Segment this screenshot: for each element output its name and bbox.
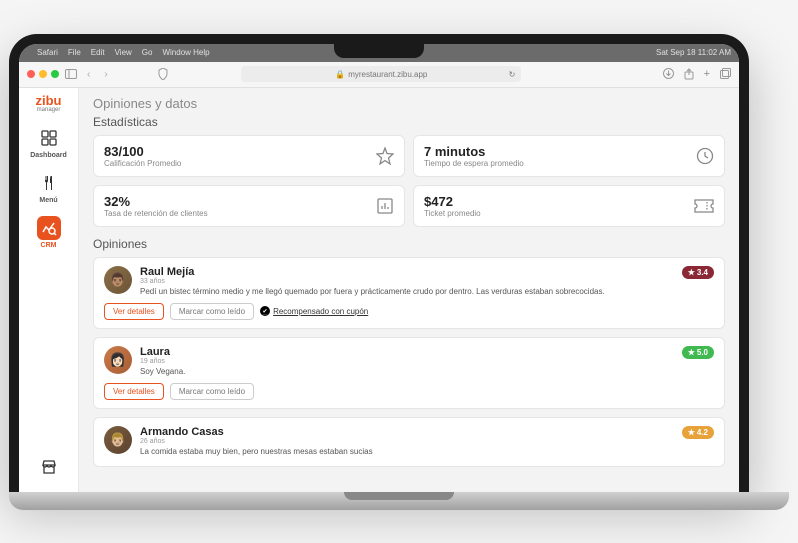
stat-label: Tiempo de espera promedio xyxy=(424,159,524,168)
store-icon xyxy=(37,455,61,479)
reviewer-age: 26 años xyxy=(140,438,714,445)
share-icon[interactable] xyxy=(684,68,694,80)
close-icon[interactable] xyxy=(27,70,35,78)
maximize-icon[interactable] xyxy=(51,70,59,78)
reviewer-age: 33 años xyxy=(140,278,714,285)
stat-value: 32% xyxy=(104,194,208,209)
stat-card-rating: 83/100 Calificación Promedio xyxy=(93,135,405,177)
rating-badge: 5.0 xyxy=(682,346,714,359)
review-card: 3.4 👨🏽 Raul Mejía 33 años Pedí un bistec… xyxy=(93,257,725,329)
utensils-icon xyxy=(37,171,61,195)
address-bar[interactable]: 🔒 myrestaurant.zibu.app ↻ xyxy=(241,66,521,82)
menu-safari[interactable]: Safari xyxy=(37,48,58,57)
minimize-icon[interactable] xyxy=(39,70,47,78)
reviewer-name: Laura xyxy=(140,346,714,358)
ticket-icon xyxy=(694,199,714,213)
menu-edit[interactable]: Edit xyxy=(91,48,105,57)
new-tab-icon[interactable]: + xyxy=(704,68,710,80)
stat-label: Tasa de retención de clientes xyxy=(104,209,208,218)
reviewer-age: 19 años xyxy=(140,358,714,365)
stat-label: Ticket promedio xyxy=(424,209,481,218)
stat-card-retention: 32% Tasa de retención de clientes xyxy=(93,185,405,227)
review-text: Pedí un bistec término medio y me llegó … xyxy=(140,287,714,297)
sidebar-item-label: Menú xyxy=(39,197,57,204)
menu-go[interactable]: Go xyxy=(142,48,153,57)
sidebar-item-store[interactable] xyxy=(19,450,78,484)
menu-view[interactable]: View xyxy=(115,48,132,57)
sidebar-toggle-icon[interactable] xyxy=(65,69,77,79)
sidebar-item-dashboard[interactable]: Dashboard xyxy=(19,121,78,164)
main-content: Opiniones y datos Estadísticas 83/100 Ca… xyxy=(79,88,739,492)
review-card: 5.0 👩🏻 Laura 19 años Soy Vegana. Ver det… xyxy=(93,337,725,409)
shield-icon[interactable] xyxy=(158,68,168,80)
avatar: 👩🏻 xyxy=(104,346,132,374)
sidebar-item-label: Dashboard xyxy=(30,152,67,159)
url-text: myrestaurant.zibu.app xyxy=(348,70,427,79)
tabs-icon[interactable] xyxy=(720,68,731,80)
clock: Sat Sep 18 11:02 AM xyxy=(656,48,731,57)
stat-card-wait: 7 minutos Tiempo de espera promedio xyxy=(413,135,725,177)
reviewer-name: Raul Mejía xyxy=(140,266,714,278)
stat-value: $472 xyxy=(424,194,481,209)
review-text: Soy Vegana. xyxy=(140,367,714,377)
mark-read-button[interactable]: Marcar como leído xyxy=(170,303,254,320)
bar-chart-icon xyxy=(376,197,394,215)
reviewer-name: Armando Casas xyxy=(140,426,714,438)
logo: zibu manager xyxy=(36,94,62,113)
sidebar-item-label: CRM xyxy=(41,242,57,249)
stats-heading: Estadísticas xyxy=(93,115,725,129)
review-text: La comida estaba muy bien, pero nuestras… xyxy=(140,447,714,457)
analytics-icon xyxy=(37,216,61,240)
stat-label: Calificación Promedio xyxy=(104,159,181,168)
dashboard-icon xyxy=(37,126,61,150)
sidebar-item-crm[interactable]: CRM xyxy=(19,211,78,254)
download-icon[interactable] xyxy=(663,68,674,80)
star-icon xyxy=(376,147,394,165)
back-button[interactable]: ‹ xyxy=(83,69,94,80)
avatar: 👨🏽 xyxy=(104,266,132,294)
page-title: Opiniones y datos xyxy=(93,96,725,111)
window-controls[interactable] xyxy=(27,70,59,78)
forward-button[interactable]: › xyxy=(100,69,111,80)
sidebar-item-menu[interactable]: Menú xyxy=(19,166,78,209)
avatar: 👨🏼 xyxy=(104,426,132,454)
reviews-heading: Opiniones xyxy=(93,237,725,251)
rating-badge: 4.2 xyxy=(682,426,714,439)
clock-icon xyxy=(696,147,714,165)
menu-file[interactable]: File xyxy=(68,48,81,57)
stat-card-ticket: $472 Ticket promedio xyxy=(413,185,725,227)
lock-icon: 🔒 xyxy=(335,70,345,79)
view-details-button[interactable]: Ver detalles xyxy=(104,383,164,400)
sidebar: zibu manager Dashboard Menú xyxy=(19,88,79,492)
refresh-icon[interactable]: ↻ xyxy=(509,70,516,79)
rewarded-label[interactable]: Recompensado con cupón xyxy=(260,306,368,316)
browser-toolbar: ‹ › 🔒 myrestaurant.zibu.app ↻ + xyxy=(19,62,739,88)
view-details-button[interactable]: Ver detalles xyxy=(104,303,164,320)
stat-value: 83/100 xyxy=(104,144,181,159)
stat-value: 7 minutos xyxy=(424,144,524,159)
rating-badge: 3.4 xyxy=(682,266,714,279)
mark-read-button[interactable]: Marcar como leído xyxy=(170,383,254,400)
review-card: 4.2 👨🏼 Armando Casas 26 años La comida e… xyxy=(93,417,725,466)
menu-window[interactable]: Window Help xyxy=(162,48,209,57)
